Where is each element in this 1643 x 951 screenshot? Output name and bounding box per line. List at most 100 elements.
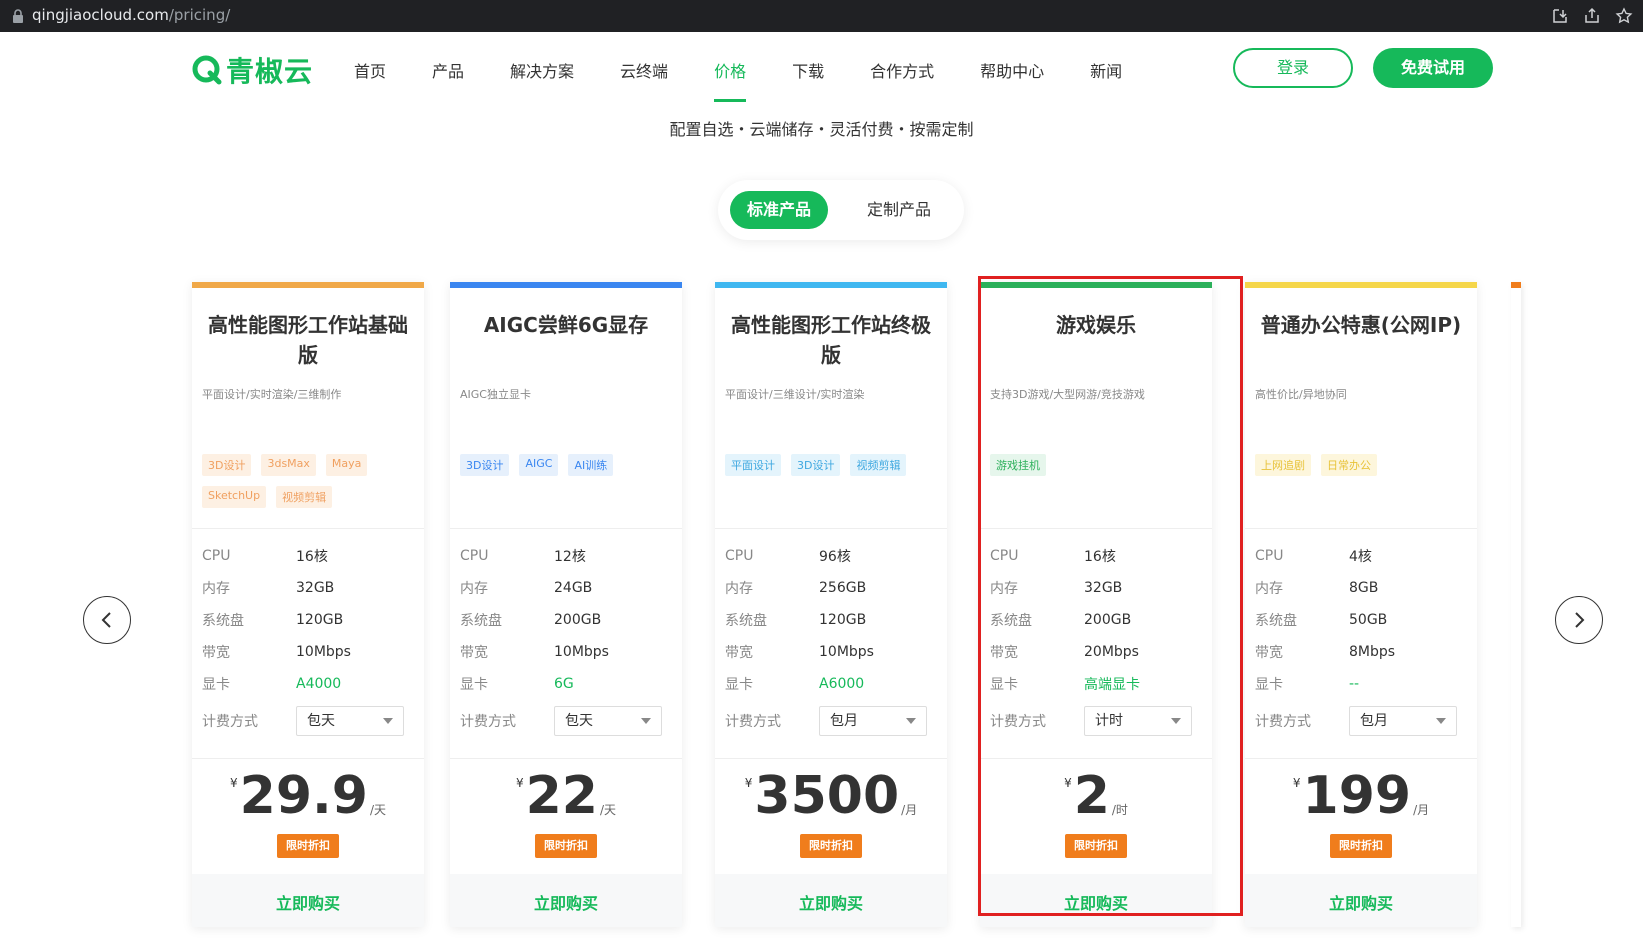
feature-tag: AIGC <box>519 454 559 476</box>
nav-item-help[interactable]: 帮助中心 <box>980 58 1044 102</box>
logo[interactable]: 青椒云 <box>190 50 313 90</box>
spec-value-cpu: 96核 <box>819 549 851 565</box>
price-unit: /天 <box>369 803 386 817</box>
pricing-card: AIGC尝鲜6G显存 AIGC独立显卡 3D设计 AIGC AI训练 CPU 12核… <box>450 282 682 927</box>
billing-label: 计费方式 <box>725 714 781 730</box>
nav-item-products[interactable]: 产品 <box>432 58 464 102</box>
pricing-cards: 高性能图形工作站基础版 平面设计/实时渲染/三维制作 3D设计 3dsMax May… <box>0 282 1643 932</box>
spec-value-cpu: 4核 <box>1349 549 1372 565</box>
feature-tag: 视频剪辑 <box>276 486 333 508</box>
price-amount: 22 <box>525 766 598 826</box>
card-top-bar <box>450 282 682 288</box>
spec-row-bandwidth: 带宽 10Mbps <box>460 636 672 668</box>
spec-label: 显卡 <box>725 677 753 693</box>
spec-value-disk: 50GB <box>1349 612 1388 628</box>
spec-row-memory: 内存 24GB <box>460 572 672 604</box>
nav-item-cooperation[interactable]: 合作方式 <box>870 58 934 102</box>
feature-tag: 视频剪辑 <box>850 454 907 476</box>
discount-badge: 限时折扣 <box>1065 834 1127 858</box>
billing-select-value: 包天 <box>307 713 335 729</box>
buy-now-button[interactable]: 立即购买 <box>450 884 682 924</box>
spec-label: 系统盘 <box>725 613 767 629</box>
spec-row-disk: 系统盘 200GB <box>460 604 672 636</box>
billing-label: 计费方式 <box>1255 714 1311 730</box>
spec-value-memory: 8GB <box>1349 580 1379 596</box>
spec-label: 显卡 <box>990 677 1018 693</box>
spec-label: 系统盘 <box>990 613 1032 629</box>
feature-tag: 日常办公 <box>1321 454 1377 476</box>
card-title: 高性能图形工作站终极版 <box>731 313 931 367</box>
pricing-card: 高性能图形工作站终极版 平面设计/三维设计/实时渲染 平面设计 3D设计 视频剪辑 … <box>715 282 947 927</box>
feature-tag: SketchUp <box>202 486 267 508</box>
price-amount: 199 <box>1302 766 1412 826</box>
feature-tag: 3D设计 <box>202 454 252 476</box>
price-unit: /月 <box>1413 803 1430 817</box>
feature-tag: 上网追剧 <box>1255 454 1311 476</box>
spec-label: 系统盘 <box>1255 613 1297 629</box>
spec-row-cpu: CPU 16核 <box>202 540 414 572</box>
buy-now-button[interactable]: 立即购买 <box>980 884 1212 924</box>
billing-label: 计费方式 <box>202 714 258 730</box>
billing-select[interactable]: 包天 <box>554 706 662 736</box>
spec-value-gpu: A4000 <box>296 676 342 692</box>
billing-row: 计费方式 包月 <box>725 706 937 736</box>
nav-item-cloud-terminal[interactable]: 云终端 <box>620 58 668 102</box>
billing-select[interactable]: 包月 <box>819 706 927 736</box>
star-icon[interactable] <box>1615 7 1633 25</box>
url-text[interactable]: qingjiaocloud.com/pricing/ <box>32 6 230 24</box>
spec-row-gpu: 显卡 -- <box>1255 668 1467 700</box>
billing-select[interactable]: 包月 <box>1349 706 1457 736</box>
currency-symbol: ¥ <box>515 776 524 790</box>
spec-row-bandwidth: 带宽 8Mbps <box>1255 636 1467 668</box>
spec-row-cpu: CPU 16核 <box>990 540 1202 572</box>
buy-now-button[interactable]: 立即购买 <box>1245 884 1477 924</box>
tag-list: 平面设计 3D设计 视频剪辑 <box>725 454 939 476</box>
price: ¥ 29.9 /天 <box>230 770 386 822</box>
tag-list: 3D设计 3dsMax Maya SketchUp 视频剪辑 <box>202 454 416 508</box>
download-icon[interactable] <box>1551 7 1569 25</box>
browser-address-bar[interactable]: qingjiaocloud.com/pricing/ <box>0 0 1643 32</box>
nav-item-pricing[interactable]: 价格 <box>714 58 747 102</box>
buy-now-button[interactable]: 立即购买 <box>192 884 424 924</box>
price-unit: /月 <box>901 803 918 817</box>
spec-list: CPU 96核 内存 256GB 系统盘 120GB 带宽 10Mbps 显卡 … <box>725 540 937 700</box>
billing-row: 计费方式 包天 <box>202 706 414 736</box>
url-path: /pricing/ <box>168 6 231 24</box>
card-top-bar <box>1245 282 1477 288</box>
card-top-bar <box>1511 282 1521 288</box>
login-button[interactable]: 登录 <box>1233 48 1353 88</box>
price-amount: 2 <box>1073 766 1110 826</box>
share-icon[interactable] <box>1583 7 1601 25</box>
billing-row: 计费方式 包天 <box>460 706 672 736</box>
billing-select[interactable]: 计时 <box>1084 706 1192 736</box>
card-subtitle: 平面设计/实时渲染/三维制作 <box>202 388 342 401</box>
buy-now-button[interactable]: 立即购买 <box>715 884 947 924</box>
spec-value-memory: 24GB <box>554 580 593 596</box>
nav-item-download[interactable]: 下载 <box>792 58 824 102</box>
spec-label: 带宽 <box>202 645 230 661</box>
spec-row-disk: 系统盘 120GB <box>202 604 414 636</box>
nav-item-solutions[interactable]: 解决方案 <box>510 58 574 102</box>
currency-symbol: ¥ <box>744 776 753 790</box>
discount-badge: 限时折扣 <box>800 834 862 858</box>
spec-label: CPU <box>990 548 1019 564</box>
price-amount: 29.9 <box>239 766 368 826</box>
spec-value-cpu: 12核 <box>554 549 586 565</box>
tab-standard-products[interactable]: 标准产品 <box>730 191 828 229</box>
spec-label: 内存 <box>202 581 230 597</box>
divider <box>1245 528 1477 529</box>
free-trial-button[interactable]: 免费试用 <box>1373 48 1493 88</box>
pricing-card: 高性能图形工作站基础版 平面设计/实时渲染/三维制作 3D设计 3dsMax May… <box>192 282 424 927</box>
card-title: 高性能图形工作站基础版 <box>208 313 408 367</box>
billing-select[interactable]: 包天 <box>296 706 404 736</box>
billing-row: 计费方式 计时 <box>990 706 1202 736</box>
currency-symbol: ¥ <box>1292 776 1301 790</box>
tab-custom-products[interactable]: 定制产品 <box>850 191 948 229</box>
spec-list: CPU 12核 内存 24GB 系统盘 200GB 带宽 10Mbps 显卡 6… <box>460 540 672 700</box>
nav-item-home[interactable]: 首页 <box>354 58 386 102</box>
spec-row-bandwidth: 带宽 10Mbps <box>725 636 937 668</box>
spec-value-bandwidth: 10Mbps <box>554 644 609 660</box>
spec-value-gpu: A6000 <box>819 676 865 692</box>
nav-item-news[interactable]: 新闻 <box>1090 58 1122 102</box>
spec-list: CPU 16核 内存 32GB 系统盘 200GB 带宽 20Mbps 显卡 高… <box>990 540 1202 700</box>
